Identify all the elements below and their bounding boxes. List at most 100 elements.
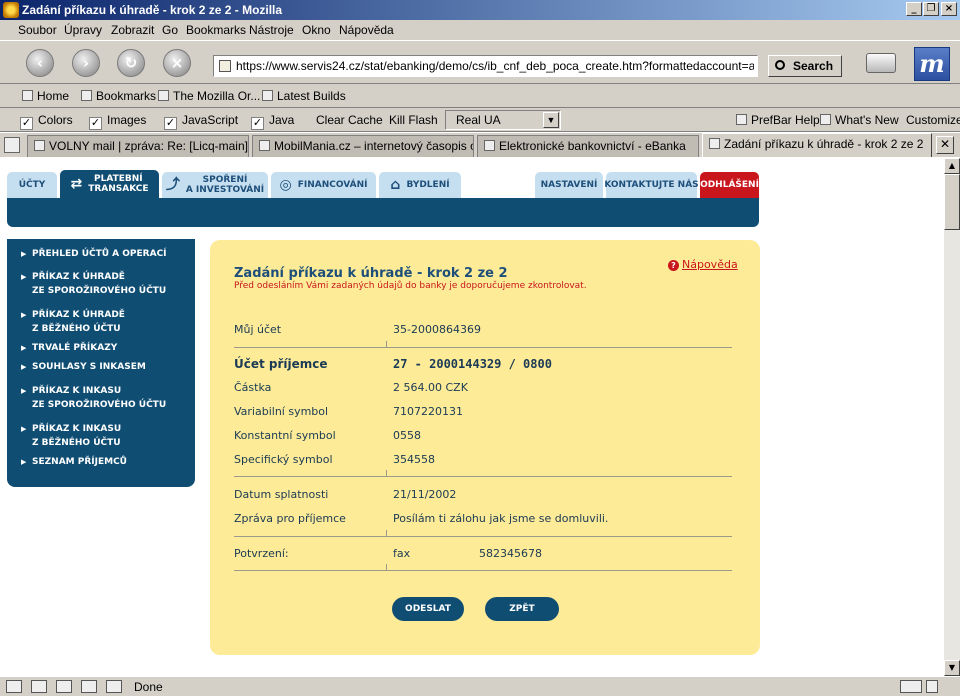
kill-flash-button[interactable]: Kill Flash	[389, 113, 438, 127]
close-tab-button[interactable]: ✕	[936, 136, 954, 154]
left-menu-item-inkaso-bezny[interactable]: ▶ PŘÍKAZ K INKASU Z BĚŽNÉHO ÚČTU	[21, 422, 121, 450]
scroll-up-icon[interactable]: ▲	[944, 158, 960, 174]
left-menu-item-souhlasy[interactable]: ▶ SOUHLASY S INKASEM	[21, 360, 146, 374]
site-tab-platebni-transakce[interactable]: ⇄ PLATEBNÍ TRANSAKCE	[60, 170, 159, 198]
search-button[interactable]: Search	[768, 55, 842, 77]
home-link[interactable]: Home	[22, 89, 69, 103]
latest-builds-link[interactable]: Latest Builds	[262, 89, 346, 103]
mozilla-throbber-icon[interactable]: m	[914, 47, 950, 81]
browser-tab-active[interactable]: Zadání příkazu k úhradě - krok 2 ze 2	[702, 133, 932, 157]
menu-zobrazit[interactable]: Zobrazit	[111, 23, 154, 37]
left-menu-item-prikaz-bezny[interactable]: ▶ PŘÍKAZ K ÚHRADĚ Z BĚŽNÉHO ÚČTU	[21, 308, 125, 336]
search-icon	[775, 60, 785, 70]
mozilla-app-icon	[3, 2, 19, 18]
site-tab-financovani[interactable]: ◎ FINANCOVÁNÍ	[271, 172, 376, 198]
url-bar[interactable]	[213, 55, 758, 77]
due-date-label: Datum splatnosti	[234, 488, 329, 501]
scroll-down-icon[interactable]: ▼	[944, 660, 960, 676]
search-button-label: Search	[793, 59, 834, 73]
composer-icon[interactable]	[81, 680, 97, 693]
stop-button[interactable]: ×	[163, 49, 191, 77]
left-menu-item-seznam[interactable]: ▶ SEZNAM PŘÍJEMCŮ	[21, 455, 127, 469]
site-subnav-bar	[7, 198, 759, 227]
maximize-button[interactable]: ❐	[923, 2, 939, 16]
menu-bookmarks[interactable]: Bookmarks	[186, 23, 246, 37]
variable-symbol-value: 7107220131	[393, 405, 463, 418]
page-subtitle: Před odesláním Vámi zadaných údajů do ba…	[234, 281, 587, 291]
folder-icon	[81, 90, 92, 101]
back-button[interactable]: ‹	[26, 49, 54, 77]
vertical-scrollbar[interactable]: ▲ ▼	[944, 158, 960, 676]
separator	[234, 470, 732, 477]
navigator-icon[interactable]	[6, 680, 22, 693]
page-content: ÚČTY ⇄ PLATEBNÍ TRANSAKCE ⤴ SPOŘENÍ A INVE…	[0, 158, 944, 676]
bookmark-icon	[820, 114, 831, 125]
print-icon[interactable]	[866, 53, 896, 73]
menu-okno[interactable]: Okno	[302, 23, 331, 37]
browser-tab-mobilmania[interactable]: MobilMania.cz – internetový časopis o...	[252, 135, 474, 157]
lock-icon	[926, 680, 938, 693]
customize-button[interactable]: Customize	[906, 113, 960, 127]
submit-button[interactable]: ODESLAT	[392, 597, 464, 621]
triangle-bullet-icon: ▶	[21, 273, 27, 281]
logout-tab[interactable]: ODHLÁŠENÍ	[700, 172, 759, 198]
back-form-button[interactable]: ZPĚT	[485, 597, 559, 621]
images-checkbox[interactable]: ✓ Images	[89, 113, 146, 130]
reload-button[interactable]: ↻	[117, 49, 145, 77]
triangle-bullet-icon: ▶	[21, 458, 27, 466]
browser-tab-volny[interactable]: VOLNY mail | zpráva: Re: [Licq-main] ...	[27, 135, 249, 157]
triangle-bullet-icon: ▶	[21, 344, 27, 352]
target-icon: ◎	[279, 177, 292, 193]
status-bar: Done	[0, 676, 960, 696]
site-tab-kontaktujte-nas[interactable]: KONTAKTUJTE NÁS	[604, 172, 699, 198]
chat-icon[interactable]	[56, 680, 72, 693]
constant-symbol-value: 0558	[393, 429, 421, 442]
javascript-checkbox[interactable]: ✓ JavaScript	[164, 113, 238, 130]
mail-icon[interactable]	[31, 680, 47, 693]
forward-button[interactable]: ›	[72, 49, 100, 77]
url-input[interactable]	[236, 58, 754, 74]
prefbar-help-button[interactable]: PrefBar Help	[736, 113, 820, 127]
connection-icon	[900, 680, 922, 693]
transfer-arrows-icon: ⇄	[70, 176, 83, 192]
useragent-select[interactable]: Real UA ▼	[445, 110, 561, 130]
message-value: Posílám ti zálohu jak jsme se domluvili.	[393, 512, 609, 525]
left-menu-item-prikaz-sporo[interactable]: ▶ PŘÍKAZ K ÚHRADĚ ZE SPOROŽIROVÉHO ÚČTU	[21, 270, 166, 298]
useragent-value: Real UA	[456, 113, 501, 127]
menu-nastroje[interactable]: Nástroje	[249, 23, 294, 37]
separator	[234, 341, 732, 348]
whats-new-button[interactable]: What's New	[820, 113, 899, 127]
bookmarks-link[interactable]: Bookmarks	[81, 89, 156, 103]
close-window-button[interactable]: ×	[941, 2, 957, 16]
mozilla-org-link[interactable]: The Mozilla Or...	[158, 89, 260, 103]
chevron-down-icon: ▼	[543, 112, 559, 128]
specific-symbol-label: Specifický symbol	[234, 453, 333, 466]
help-icon: ?	[668, 260, 679, 271]
minimize-button[interactable]: _	[906, 2, 922, 16]
scroll-thumb[interactable]	[944, 174, 960, 230]
browser-tab-ebanka[interactable]: Elektronické bankovnictví - eBanka	[477, 135, 699, 157]
confirmation-number: 582345678	[479, 547, 542, 560]
site-tab-ucty[interactable]: ÚČTY	[7, 172, 57, 198]
menu-napoveda[interactable]: Nápověda	[339, 23, 394, 37]
left-menu-item-trvale[interactable]: ▶ TRVALÉ PŘÍKAZY	[21, 341, 117, 355]
bookmark-icon	[34, 140, 45, 151]
clear-cache-button[interactable]: Clear Cache	[316, 113, 383, 127]
site-tab-nastaveni[interactable]: NASTAVENÍ	[535, 172, 603, 198]
left-menu-item-prehled[interactable]: ▶ PŘEHLED ÚČTŮ A OPERACÍ	[21, 247, 167, 261]
separator	[234, 564, 732, 571]
site-tab-bydleni[interactable]: ⌂ BYDLENÍ	[379, 172, 461, 198]
amount-value: 2 564.00 CZK	[393, 381, 468, 394]
menu-go[interactable]: Go	[162, 23, 178, 37]
colors-checkbox[interactable]: ✓ Colors	[20, 113, 73, 130]
left-menu-item-inkaso-sporo[interactable]: ▶ PŘÍKAZ K INKASU ZE SPOROŽIROVÉHO ÚČTU	[21, 384, 166, 412]
menu-upravy[interactable]: Úpravy	[64, 23, 102, 37]
new-tab-icon[interactable]	[4, 137, 20, 153]
bookmark-icon	[259, 140, 270, 151]
addressbook-icon[interactable]	[106, 680, 122, 693]
site-tab-sporeni[interactable]: ⤴ SPOŘENÍ A INVESTOVÁNÍ	[162, 172, 268, 198]
window-titlebar: Zadání příkazu k úhradě - krok 2 ze 2 - …	[0, 0, 960, 20]
java-checkbox[interactable]: ✓ Java	[251, 113, 294, 130]
help-link[interactable]: ? Nápověda	[668, 258, 738, 271]
menu-soubor[interactable]: Soubor	[18, 23, 57, 37]
